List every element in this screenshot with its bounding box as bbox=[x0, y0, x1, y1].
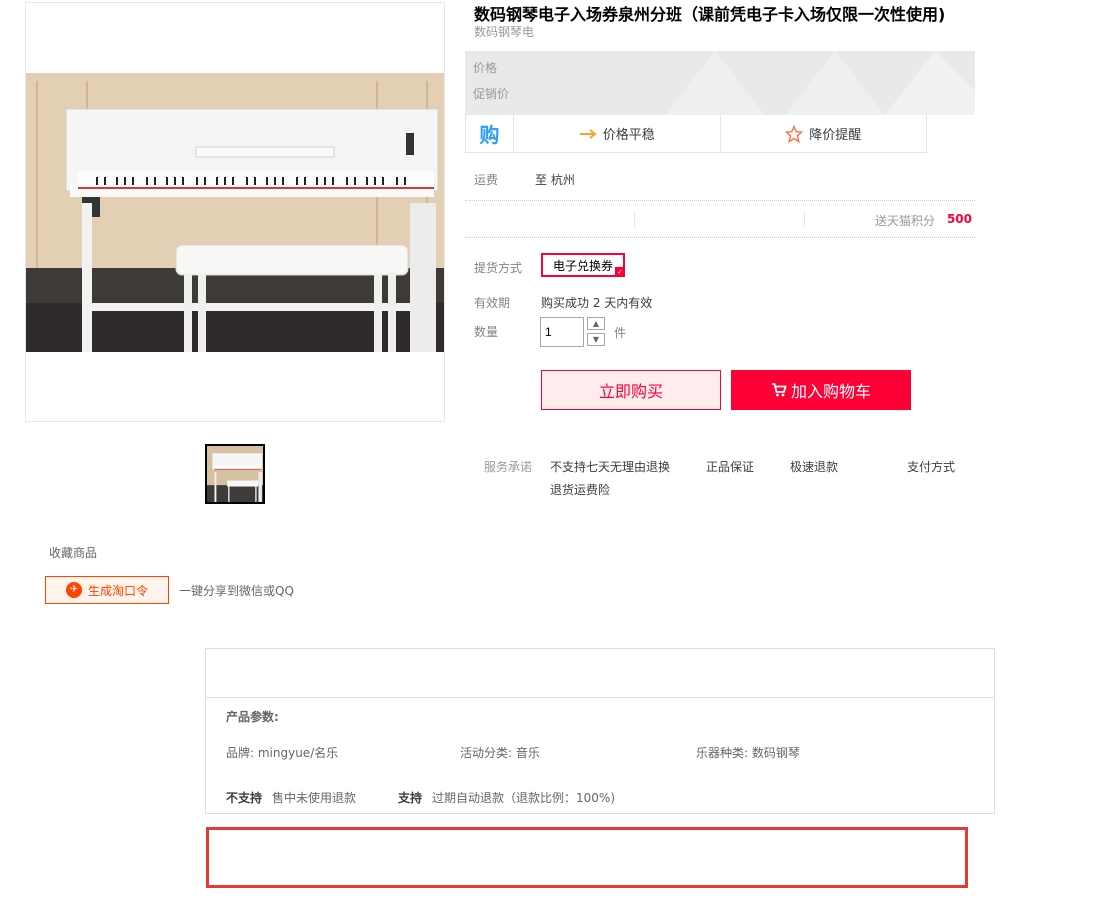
price-trend-button[interactable]: 价格平稳 bbox=[514, 115, 721, 152]
service-label: 服务承诺 bbox=[484, 460, 533, 474]
product-subtitle: 数码钢琴电 bbox=[474, 25, 535, 39]
buy-now-label: 立即购买 bbox=[598, 382, 663, 401]
stats-divider bbox=[804, 211, 805, 227]
share-description: 一键分享到微信或QQ bbox=[179, 584, 294, 598]
delivery-option-ecoupon[interactable]: 电子兑换券 ✓ bbox=[541, 253, 625, 277]
stats-row: 送天猫积分 500 bbox=[465, 200, 975, 238]
buy-now-button[interactable]: 立即购买 bbox=[541, 370, 721, 410]
refund-policy-supported: 支持 过期自动退款（退款比例：100%) bbox=[398, 789, 615, 806]
refund-tag: 不支持 bbox=[226, 791, 263, 805]
quantity-unit: 件 bbox=[614, 326, 627, 340]
service-item-fast-refund[interactable]: 极速退款 bbox=[790, 458, 838, 475]
price-panel-pattern bbox=[665, 51, 975, 115]
taokouling-button[interactable]: ✈ 生成淘口令 bbox=[45, 576, 169, 604]
param-category: 活动分类: 音乐 bbox=[460, 746, 540, 760]
shipping-destination[interactable]: 至 杭州 bbox=[535, 171, 575, 188]
price-alert-button[interactable]: 降价提醒 bbox=[721, 115, 927, 152]
service-item-payment-methods[interactable]: 支付方式 bbox=[907, 458, 955, 475]
product-params-panel: 产品参数: 品牌: mingyue/名乐 活动分类: 音乐 乐器种类: 数码钢琴… bbox=[205, 648, 995, 814]
quantity-increase-button[interactable]: ▲ bbox=[587, 317, 605, 330]
share-icon: ✈ bbox=[65, 582, 82, 598]
refund-tag: 支持 bbox=[398, 791, 423, 805]
quantity-decrease-button[interactable]: ▼ bbox=[587, 333, 605, 346]
service-item-return-shipping-insurance[interactable]: 退货运费险 bbox=[550, 481, 610, 498]
gou-icon: 购 bbox=[479, 123, 500, 147]
points-label: 送天猫积分 bbox=[874, 214, 935, 228]
price-label: 价格 bbox=[473, 61, 498, 75]
promo-price-label: 促销价 bbox=[473, 87, 510, 101]
arrow-right-icon bbox=[579, 128, 597, 139]
price-trend-label: 价格平稳 bbox=[602, 128, 655, 143]
service-item-no-7day-return[interactable]: 不支持七天无理由退换 bbox=[550, 458, 670, 475]
quantity-input[interactable] bbox=[540, 317, 584, 347]
piano-thumbnail bbox=[207, 446, 263, 502]
points-value: 500 bbox=[946, 212, 972, 226]
validity-label: 有效期 bbox=[474, 296, 511, 310]
delivery-label: 提货方式 bbox=[474, 261, 523, 275]
stats-divider bbox=[634, 211, 635, 227]
product-title: 数码钢琴电子入场券泉州分班（课前凭电子卡入场仅限一次性使用) bbox=[474, 5, 946, 24]
piano-photo bbox=[26, 73, 444, 352]
delivery-option-label: 电子兑换券 bbox=[552, 258, 613, 273]
highlight-box bbox=[206, 827, 968, 888]
detail-tab-bar bbox=[206, 649, 994, 698]
refund-policy-unsupported: 不支持 售中未使用退款 bbox=[226, 789, 356, 806]
cart-icon bbox=[771, 383, 787, 397]
shipping-label: 运费 bbox=[474, 173, 499, 187]
refund-text: 过期自动退款（退款比例：100%) bbox=[432, 791, 616, 805]
add-to-cart-button[interactable]: 加入购物车 bbox=[731, 370, 911, 410]
taokouling-label: 生成淘口令 bbox=[87, 583, 148, 598]
params-heading: 产品参数: bbox=[226, 710, 279, 724]
gou-badge: 购 bbox=[466, 115, 514, 152]
star-icon bbox=[785, 124, 804, 143]
promo-bar: 购 价格平稳 降价提醒 bbox=[465, 115, 927, 153]
check-icon: ✓ bbox=[615, 267, 625, 277]
main-product-image[interactable] bbox=[25, 2, 445, 422]
validity-value: 购买成功 2 天内有效 bbox=[541, 296, 653, 310]
price-panel: 价格 促销价 bbox=[465, 51, 975, 115]
favorite-link[interactable]: 收藏商品 bbox=[49, 544, 97, 561]
param-brand: 品牌: mingyue/名乐 bbox=[226, 746, 339, 760]
thumbnail-image[interactable] bbox=[205, 444, 265, 504]
price-alert-label: 降价提醒 bbox=[809, 128, 862, 143]
service-item-authentic[interactable]: 正品保证 bbox=[706, 458, 754, 475]
add-to-cart-label: 加入购物车 bbox=[790, 382, 871, 401]
refund-text: 售中未使用退款 bbox=[272, 791, 357, 805]
param-instrument-type: 乐器种类: 数码钢琴 bbox=[696, 746, 800, 760]
quantity-label: 数量 bbox=[474, 325, 499, 339]
